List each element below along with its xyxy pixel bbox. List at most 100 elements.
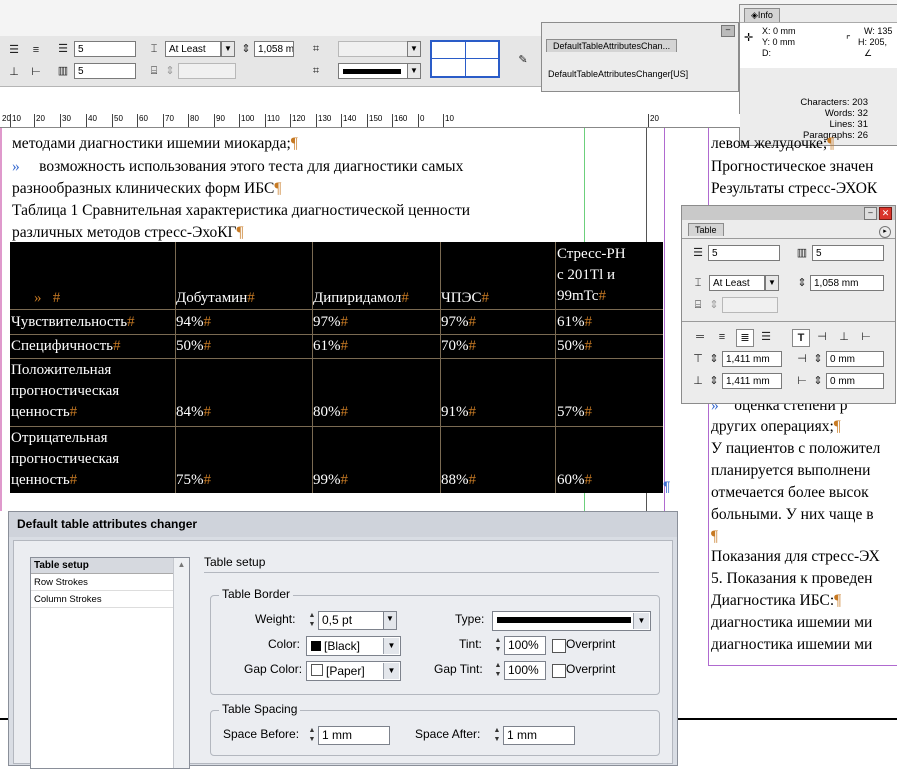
align-left-icon[interactable]: ☰ xyxy=(6,42,22,58)
minimize-icon[interactable]: – xyxy=(864,207,877,220)
type-select[interactable]: ▼ xyxy=(492,611,651,631)
table-cell: 60%# xyxy=(557,470,592,491)
info-panel-tab[interactable]: ◈Info xyxy=(744,8,780,22)
spinner-icon[interactable]: ⇕ xyxy=(706,373,722,389)
spinner-icon[interactable]: ⇕ xyxy=(794,275,810,291)
cell-text: 57% xyxy=(557,404,585,420)
panel-menu-icon[interactable]: ▸ xyxy=(879,226,891,238)
color-select[interactable]: [Black] ▼ xyxy=(306,636,401,656)
cell-text: 50% xyxy=(176,338,204,354)
weight-input[interactable]: 0,5 pt xyxy=(318,611,384,630)
stroke-type-select[interactable] xyxy=(338,63,408,79)
left-inset-input[interactable]: 0 mm xyxy=(826,351,884,367)
align-center-icon[interactable]: ≡ xyxy=(28,42,44,58)
stroke-weight-select[interactable] xyxy=(338,41,408,57)
space-before-input[interactable]: 1 mm xyxy=(318,726,390,745)
space-after-input[interactable]: 1 mm xyxy=(503,726,575,745)
top-inset-icon: ⊤ xyxy=(693,353,703,365)
table-row-height-input[interactable]: 1,058 mm xyxy=(810,275,884,291)
row-height-input[interactable]: 1,058 m xyxy=(254,41,294,57)
align-center-icon[interactable]: ≡ xyxy=(714,329,730,345)
table-panel-tab[interactable]: Table xyxy=(688,223,724,236)
spinner-icon[interactable]: ▲ ▼ xyxy=(492,636,504,654)
chevron-down-icon[interactable]: ▼ xyxy=(383,638,399,654)
justify-vertical-icon[interactable]: ☰ xyxy=(758,329,774,345)
bottom-inset-input[interactable]: 1,411 mm xyxy=(722,373,782,389)
table-col-border xyxy=(440,242,441,493)
gap-overprint-checkbox[interactable] xyxy=(552,664,566,678)
align-top-icon[interactable]: ═ xyxy=(692,329,708,345)
overprint-checkbox[interactable] xyxy=(552,639,566,653)
text-span: левом желудочке; xyxy=(711,135,828,152)
info-x: X: 0 mm xyxy=(762,26,796,36)
text-rotation-icon[interactable]: T xyxy=(792,329,810,347)
row-height-mode-select[interactable]: At Least xyxy=(165,41,221,57)
pilcrow-mark: ¶ xyxy=(833,418,841,435)
spinner-icon[interactable]: ⇕ xyxy=(706,297,722,313)
stroke-proxy-grid[interactable] xyxy=(430,40,500,78)
table-column-width-input[interactable] xyxy=(722,297,778,313)
rotate-90-icon[interactable]: ⊣ xyxy=(814,329,830,345)
rotate-270-icon[interactable]: ⊢ xyxy=(858,329,874,345)
nav-item-column-strokes[interactable]: Column Strokes xyxy=(31,592,173,608)
chevron-down-icon[interactable]: ▼ xyxy=(407,41,421,57)
ruler-label: 20 xyxy=(36,114,45,123)
rotate-180-icon[interactable]: ⊥ xyxy=(836,329,852,345)
cell-end-mark: # xyxy=(401,290,409,306)
minimize-icon[interactable]: – xyxy=(721,25,735,37)
ruler-tick xyxy=(34,114,35,127)
align-bottom-icon[interactable]: ≣ xyxy=(736,329,754,347)
chevron-down-icon[interactable]: ▼ xyxy=(383,611,397,630)
gap-tint-label: Gap Tint: xyxy=(434,662,483,676)
spinner-icon[interactable]: ⇕ xyxy=(162,63,178,79)
panel-divider xyxy=(682,321,895,322)
table-cell: 97%# xyxy=(441,312,476,333)
column-width-input[interactable] xyxy=(178,63,236,79)
close-icon[interactable]: ✕ xyxy=(879,207,892,220)
gap-color-select[interactable]: [Paper] ▼ xyxy=(306,661,401,681)
chevron-down-icon[interactable]: ▼ xyxy=(765,275,779,291)
table-cell: 61%# xyxy=(313,336,348,357)
scroll-up-icon[interactable]: ▲ xyxy=(176,560,187,572)
panel-divider xyxy=(682,238,895,239)
spinner-icon[interactable]: ⇕ xyxy=(810,351,826,367)
spinner-icon[interactable]: ▲ ▼ xyxy=(306,611,318,629)
spinner-icon[interactable]: ▲ ▼ xyxy=(492,661,504,679)
table-rows-input[interactable]: 5 xyxy=(708,245,780,261)
top-inset-input[interactable]: 1,411 mm xyxy=(722,351,782,367)
cell-text: с 201Tl и xyxy=(557,267,616,283)
table-row-height-mode[interactable]: At Least xyxy=(709,275,765,291)
nav-item-table-setup[interactable]: Table setup xyxy=(31,558,173,574)
right-inset-input[interactable]: 0 mm xyxy=(826,373,884,389)
script-item[interactable]: DefaultTableAttributesChanger[US] xyxy=(548,69,688,79)
columns-input[interactable]: 5 xyxy=(74,63,136,79)
table-row-label: Положительная прогностическая ценность# xyxy=(11,360,119,423)
nav-scrollbar[interactable]: ▲ xyxy=(173,558,189,768)
text-rotate-icon[interactable]: ⊢ xyxy=(28,64,44,80)
spinner-icon[interactable]: ⇕ xyxy=(810,373,826,389)
table-grid-icon[interactable]: ⌗ xyxy=(308,63,324,79)
table-columns-input[interactable]: 5 xyxy=(812,245,884,261)
spinner-icon[interactable]: ▲ ▼ xyxy=(491,726,503,744)
rows-input[interactable]: 5 xyxy=(74,41,136,57)
spinner-icon[interactable]: ▲ ▼ xyxy=(306,726,318,744)
nav-item-row-strokes[interactable]: Row Strokes xyxy=(31,575,173,591)
valign-bottom-icon[interactable]: ⊥ xyxy=(6,64,22,80)
spinner-icon[interactable]: ⇕ xyxy=(706,351,722,367)
chevron-down-icon[interactable]: ▼ xyxy=(407,63,421,79)
ruler-tick xyxy=(137,114,138,127)
table-grid-icon[interactable]: ⌗ xyxy=(308,41,324,57)
bottom-inset-icon: ⊥ xyxy=(693,375,703,387)
script-icon[interactable]: ✎ xyxy=(515,52,531,68)
ruler-label: 30 xyxy=(62,114,71,123)
ruler-label: 70 xyxy=(165,114,174,123)
script-panel-tab[interactable]: DefaultTableAttributesChan... xyxy=(546,39,678,52)
cell-text: 94% xyxy=(176,314,204,330)
tint-input[interactable]: 100% xyxy=(504,636,546,655)
chevron-down-icon[interactable]: ▼ xyxy=(221,41,235,57)
selected-table[interactable]: » # Добутамин# Дипиридамол# ЧПЭС# Стресс… xyxy=(10,242,663,493)
gap-tint-input[interactable]: 100% xyxy=(504,661,546,680)
spinner-icon[interactable]: ⇕ xyxy=(238,41,254,57)
chevron-down-icon[interactable]: ▼ xyxy=(383,663,399,679)
chevron-down-icon[interactable]: ▼ xyxy=(633,613,649,629)
